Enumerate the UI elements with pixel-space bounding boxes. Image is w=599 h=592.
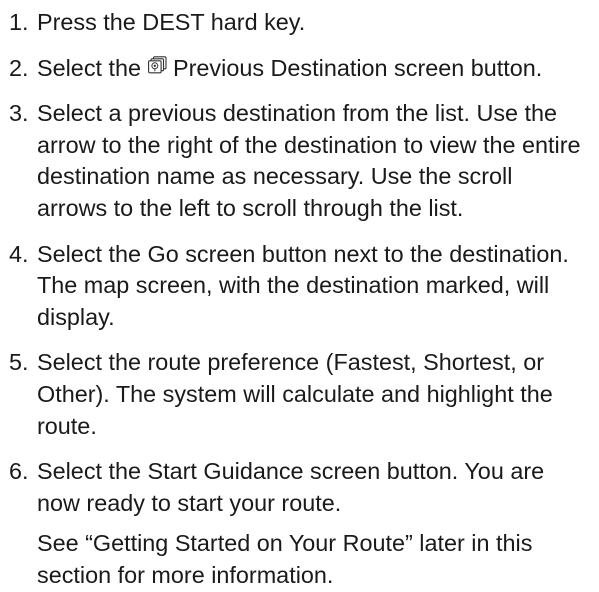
- step-5: 5. Select the route preference (Fastest,…: [9, 347, 589, 442]
- step-text: Select the Previous Destination screen b…: [37, 53, 589, 85]
- step-number: 5.: [9, 349, 29, 376]
- step-text: Press the DEST hard key.: [37, 9, 306, 35]
- step-number: 2.: [9, 54, 29, 81]
- step-number: 3.: [9, 100, 29, 127]
- step-3: 3. Select a previous destination from th…: [9, 98, 589, 224]
- previous-destination-icon: [147, 55, 167, 73]
- step-text-after-icon: Previous Destination screen button.: [166, 54, 543, 81]
- step-list: 1. Press the DEST hard key. 2. Select th…: [9, 7, 589, 519]
- step-text: Select a previous destination from the l…: [37, 100, 581, 221]
- step-number: 4.: [9, 240, 29, 267]
- step-6: 6. Select the Start Guidance screen butt…: [9, 456, 589, 519]
- step-2: 2. Select the Previous Destination scree…: [9, 53, 589, 85]
- step-number: 6.: [9, 458, 29, 485]
- step-number: 1.: [9, 9, 29, 35]
- step-text-before-icon: Select the: [37, 54, 148, 81]
- instructions-page: 1. Press the DEST hard key. 2. Select th…: [0, 0, 599, 590]
- step-text: Select the route preference (Fastest, Sh…: [37, 349, 553, 439]
- step-4: 4. Select the Go screen button next to t…: [9, 239, 589, 334]
- step-text: Select the Go screen button next to the …: [37, 240, 569, 330]
- reference-note: See “Getting Started on Your Route” late…: [37, 530, 533, 588]
- step-1: 1. Press the DEST hard key.: [9, 7, 589, 39]
- step-text: Select the Start Guidance screen button.…: [37, 458, 545, 516]
